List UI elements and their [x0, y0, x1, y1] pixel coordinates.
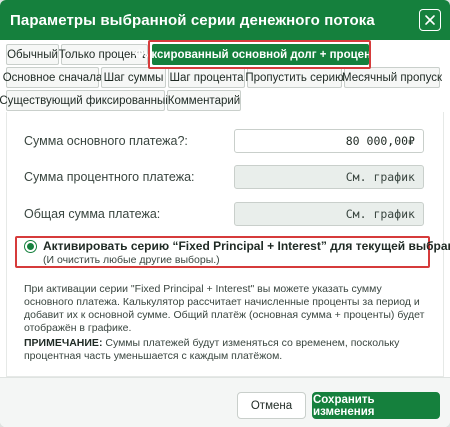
- principal-input[interactable]: 80 000,00₽: [234, 129, 424, 153]
- activate-series-radio[interactable]: [24, 240, 37, 253]
- interest-row: Сумма процентного платежа: См. график: [24, 165, 424, 189]
- tab-amount-step[interactable]: Шаг суммы: [101, 67, 166, 88]
- active-tab-highlight: [148, 40, 371, 69]
- tab-comment[interactable]: Комментарий: [167, 90, 241, 111]
- series-description: При активации серии "Fixed Principal + I…: [24, 283, 425, 334]
- activate-option-subtitle: (И очистить любые другие выборы.): [43, 254, 220, 266]
- radio-selected-dot: [27, 243, 34, 250]
- cash-flow-series-dialog: Параметры выбранной серии денежного пото…: [0, 0, 450, 427]
- dialog-footer: Отмена Сохранить изменения: [0, 377, 450, 427]
- principal-row: Сумма основного платежа?: 80 000,00₽: [24, 129, 424, 153]
- interest-readonly-field: См. график: [234, 165, 424, 189]
- close-button[interactable]: [419, 9, 441, 31]
- total-label: Общая сумма платежа:: [24, 207, 161, 221]
- tab-skip-series[interactable]: Пропустить серию: [245, 67, 344, 88]
- series-note: ПРИМЕЧАНИЕ: Суммы платежей будут изменят…: [24, 337, 429, 363]
- dialog-titlebar: Параметры выбранной серии денежного пото…: [0, 0, 450, 40]
- note-label: ПРИМЕЧАНИЕ:: [24, 337, 103, 349]
- tab-rate-step[interactable]: Шаг процента: [168, 67, 245, 88]
- save-changes-button[interactable]: Сохранить изменения: [312, 392, 440, 419]
- principal-label: Сумма основного платежа?:: [24, 134, 188, 148]
- tab-monthly-skip[interactable]: Месячный пропуск: [342, 67, 442, 88]
- activate-option-title: Активировать серию “Fixed Principal + In…: [43, 239, 450, 253]
- interest-label: Сумма процентного платежа:: [24, 170, 195, 184]
- close-icon: [425, 15, 435, 25]
- dialog-title: Параметры выбранной серии денежного пото…: [10, 11, 375, 29]
- tab-principal-first[interactable]: Основное сначала: [3, 67, 102, 88]
- tab-normal[interactable]: Обычный: [6, 44, 59, 65]
- total-readonly-field: См. график: [234, 202, 424, 226]
- cancel-button[interactable]: Отмена: [237, 392, 306, 419]
- total-row: Общая сумма платежа: См. график: [24, 202, 424, 226]
- tab-existing-fixed[interactable]: Существующий фиксированный: [0, 90, 172, 111]
